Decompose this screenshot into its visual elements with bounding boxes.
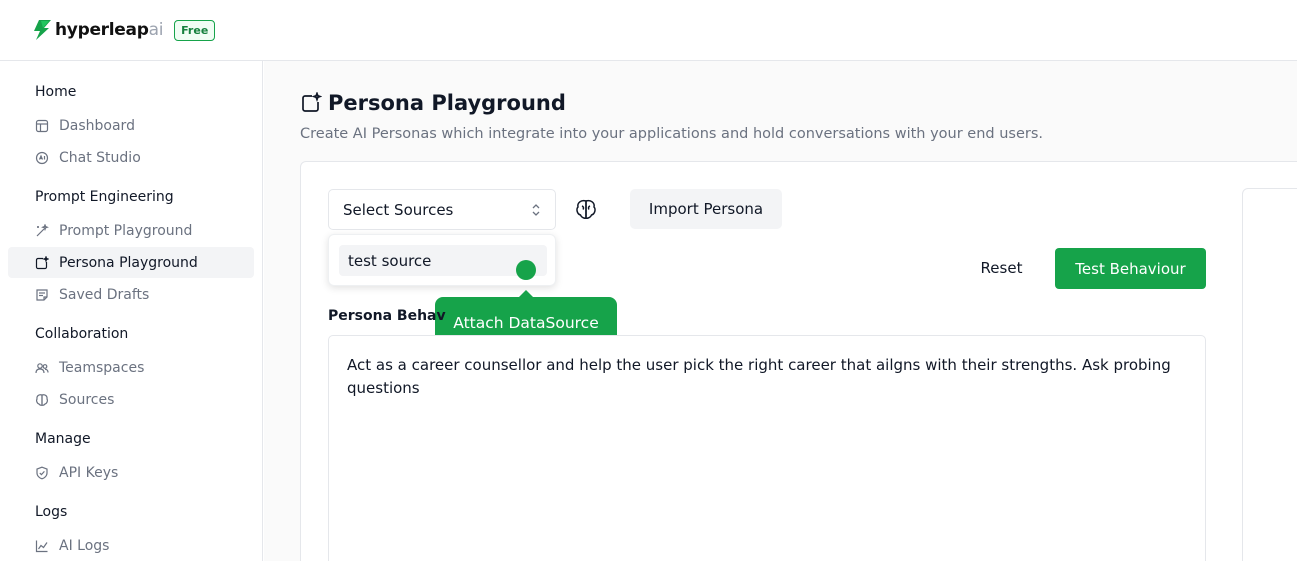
drafts-icon [35, 288, 49, 302]
sidebar-item-teamspaces[interactable]: Teamspaces [8, 352, 254, 383]
sidebar-section-collaboration: Collaboration [35, 326, 129, 342]
sidebar-item-label: Persona Playground [59, 254, 198, 271]
import-persona-button[interactable]: Import Persona [630, 189, 782, 229]
brand-name: hyperleapai [55, 20, 164, 40]
chart-icon [35, 539, 49, 553]
sidebar-item-label: AI Logs [59, 537, 110, 554]
reset-button[interactable]: Reset [969, 248, 1034, 288]
page-subtitle: Create AI Personas which integrate into … [300, 126, 1044, 142]
select-sources-dropdown[interactable]: Select Sources [328, 189, 556, 230]
sidebar-item-sources[interactable]: Sources [8, 384, 254, 415]
sidebar-item-label: Saved Drafts [59, 286, 150, 303]
top-bar: hyperleapai Free [0, 0, 1297, 61]
chat-icon [35, 151, 49, 165]
shield-icon [35, 466, 49, 480]
page-title: Persona Playground [300, 91, 566, 115]
persona-icon [300, 92, 322, 114]
persona-behaviour-textarea[interactable]: Act as a career counsellor and help the … [328, 335, 1206, 561]
sidebar-item-label: API Keys [59, 464, 119, 481]
lightning-logo-icon [34, 20, 51, 40]
dashboard-icon [35, 119, 49, 133]
users-icon [35, 361, 49, 375]
sidebar-section-logs: Logs [35, 504, 68, 520]
sidebar-item-saved-drafts[interactable]: Saved Drafts [8, 279, 254, 310]
tooltip-arrow [519, 290, 533, 297]
sidebar-section-manage: Manage [35, 431, 91, 447]
sidebar-item-label: Sources [59, 391, 115, 408]
sidebar-item-dashboard[interactable]: Dashboard [8, 110, 254, 141]
brand-logo[interactable]: hyperleapai [31, 19, 163, 41]
chevron-up-down-icon [532, 204, 540, 216]
sidebar-item-prompt-playground[interactable]: Prompt Playground [8, 215, 254, 246]
sidebar-item-api-keys[interactable]: API Keys [8, 457, 254, 488]
brain-icon [35, 393, 49, 407]
sidebar: Home Dashboard Chat Studio Prompt Engine… [0, 61, 263, 561]
sidebar-item-chat-studio[interactable]: Chat Studio [8, 142, 254, 173]
sidebar-item-persona-playground[interactable]: Persona Playground [8, 247, 254, 278]
wand-icon [35, 223, 49, 238]
sidebar-section-home: Home [35, 84, 77, 100]
sidebar-item-label: Prompt Playground [59, 222, 193, 239]
persona-behaviour-label: Persona Behav [328, 308, 446, 324]
brain-icon[interactable] [573, 197, 599, 223]
sidebar-item-label: Chat Studio [59, 149, 141, 166]
plan-badge: Free [174, 19, 216, 41]
persona-icon [35, 255, 49, 270]
sidebar-item-label: Dashboard [59, 117, 135, 134]
sidebar-section-prompt-engineering: Prompt Engineering [35, 189, 174, 205]
select-sources-label: Select Sources [343, 200, 454, 219]
sidebar-item-label: Teamspaces [59, 359, 145, 376]
main-content: Persona Playground Create AI Personas wh… [264, 61, 1297, 561]
sidebar-item-ai-logs[interactable]: AI Logs [8, 530, 254, 561]
test-behaviour-button[interactable]: Test Behaviour [1055, 248, 1206, 289]
chat-preview-panel [1242, 188, 1297, 561]
tour-hotspot-dot[interactable] [516, 260, 536, 280]
